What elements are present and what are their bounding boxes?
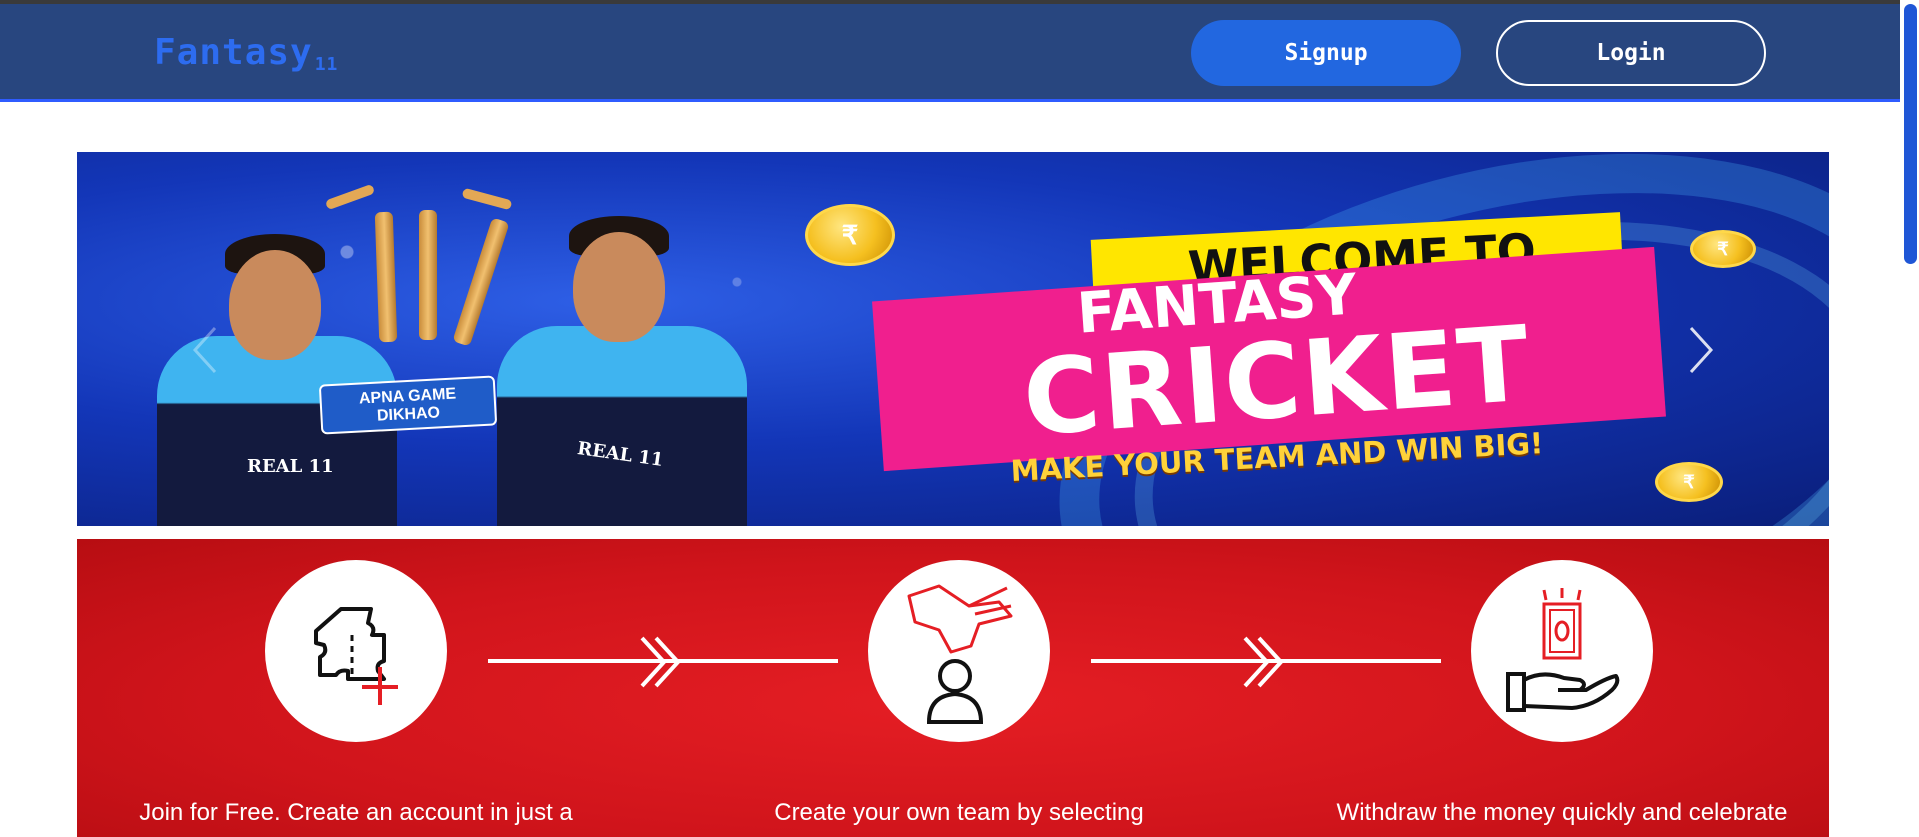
player-left: REAL 11 <box>117 226 417 526</box>
hand-money-icon <box>1506 588 1620 712</box>
double-chevron-right-icon <box>1243 636 1284 688</box>
carousel-prev-button[interactable] <box>185 320 225 380</box>
stump <box>419 210 437 340</box>
ticket-plus-icon <box>314 607 398 705</box>
top-navbar: Fantasy 11 Signup Login <box>0 4 1900 102</box>
step-circle-withdraw <box>1471 560 1653 742</box>
carousel-next-button[interactable] <box>1681 320 1721 380</box>
player-face <box>229 250 321 360</box>
coin-icon: ₹ <box>1690 230 1756 268</box>
step-description-withdraw: Withdraw the money quickly and celebrate <box>1336 799 1788 826</box>
jersey-text: REAL 11 <box>247 456 334 477</box>
brand-suffix: 11 <box>314 54 339 75</box>
step-circle-team <box>868 560 1050 742</box>
brand-logo[interactable]: Fantasy 11 <box>154 32 338 75</box>
player-right: REAL 11 <box>457 216 777 526</box>
player-face <box>573 232 665 342</box>
promo-card: APNA GAME DIKHAO <box>318 375 498 435</box>
double-chevron-right-icon <box>640 636 681 688</box>
chevron-right-icon <box>1689 326 1714 374</box>
hero-carousel: REAL 11 REAL 11 APNA GAME DIKHAO ₹ ₹ ₹ W… <box>77 152 1829 526</box>
player-jersey <box>497 326 747 526</box>
brand-name: Fantasy <box>154 32 313 73</box>
how-it-works-section: Join for Free. Create an account in just… <box>77 539 1829 837</box>
step-description-join: Join for Free. Create an account in just… <box>139 799 573 826</box>
coin-icon: ₹ <box>1655 462 1723 502</box>
login-button[interactable]: Login <box>1496 20 1766 86</box>
hand-select-player-icon <box>907 584 1013 724</box>
scrollbar-thumb[interactable] <box>1904 4 1917 264</box>
step-circle-join <box>265 560 447 742</box>
chevron-left-icon <box>192 326 217 374</box>
step-description-team: Create your own team by selecting <box>774 799 1144 826</box>
signup-button[interactable]: Signup <box>1191 20 1461 86</box>
coin-icon: ₹ <box>805 204 895 266</box>
